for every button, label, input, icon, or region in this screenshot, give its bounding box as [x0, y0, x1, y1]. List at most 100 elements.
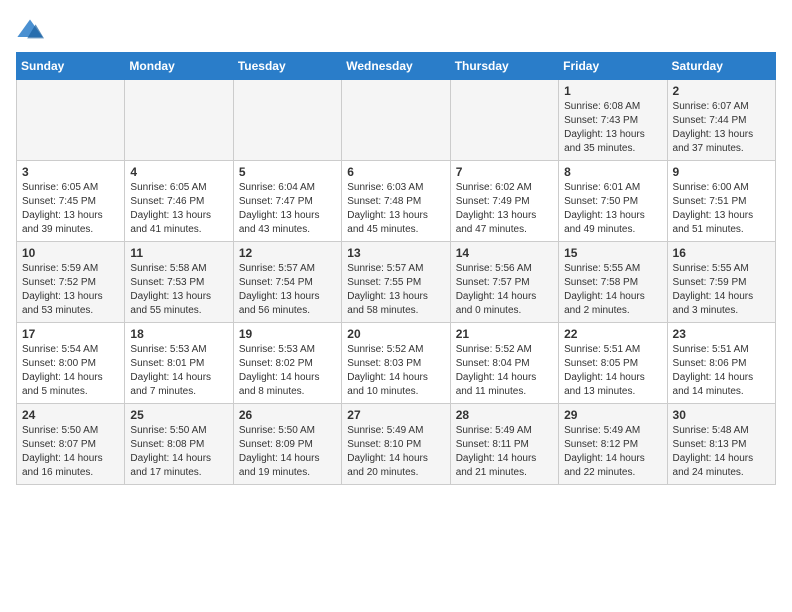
calendar-cell [17, 80, 125, 161]
day-number: 13 [347, 246, 444, 260]
day-number: 20 [347, 327, 444, 341]
day-number: 10 [22, 246, 119, 260]
calendar-header-monday: Monday [125, 53, 233, 80]
day-number: 29 [564, 408, 661, 422]
day-detail: Sunrise: 6:04 AM Sunset: 7:47 PM Dayligh… [239, 181, 336, 237]
calendar-cell: 27 Sunrise: 5:49 AM Sunset: 8:10 PM Dayli… [342, 404, 450, 485]
calendar-cell: 30 Sunrise: 5:48 AM Sunset: 8:13 PM Dayli… [667, 404, 775, 485]
calendar-cell [125, 80, 233, 161]
calendar-cell: 13 Sunrise: 5:57 AM Sunset: 7:55 PM Dayli… [342, 242, 450, 323]
day-detail: Sunrise: 5:49 AM Sunset: 8:11 PM Dayligh… [456, 424, 553, 480]
day-number: 8 [564, 165, 661, 179]
calendar-cell: 10 Sunrise: 5:59 AM Sunset: 7:52 PM Dayli… [17, 242, 125, 323]
day-number: 17 [22, 327, 119, 341]
calendar-header-wednesday: Wednesday [342, 53, 450, 80]
day-number: 21 [456, 327, 553, 341]
day-detail: Sunrise: 5:53 AM Sunset: 8:02 PM Dayligh… [239, 343, 336, 399]
day-number: 12 [239, 246, 336, 260]
calendar-header-friday: Friday [559, 53, 667, 80]
header [16, 16, 776, 44]
calendar-header-row: SundayMondayTuesdayWednesdayThursdayFrid… [17, 53, 776, 80]
calendar-week-3: 10 Sunrise: 5:59 AM Sunset: 7:52 PM Dayli… [17, 242, 776, 323]
day-number: 25 [130, 408, 227, 422]
calendar-header-thursday: Thursday [450, 53, 558, 80]
day-detail: Sunrise: 5:48 AM Sunset: 8:13 PM Dayligh… [673, 424, 770, 480]
calendar-cell: 16 Sunrise: 5:55 AM Sunset: 7:59 PM Dayli… [667, 242, 775, 323]
day-detail: Sunrise: 5:51 AM Sunset: 8:06 PM Dayligh… [673, 343, 770, 399]
day-detail: Sunrise: 6:01 AM Sunset: 7:50 PM Dayligh… [564, 181, 661, 237]
day-number: 4 [130, 165, 227, 179]
calendar-cell [450, 80, 558, 161]
calendar-cell: 26Sunrise: 5:50 AM Sunset: 8:09 PM Dayli… [233, 404, 341, 485]
calendar-cell: 8 Sunrise: 6:01 AM Sunset: 7:50 PM Daylig… [559, 161, 667, 242]
calendar-cell: 17 Sunrise: 5:54 AM Sunset: 8:00 PM Dayli… [17, 323, 125, 404]
calendar-cell: 25 Sunrise: 5:50 AM Sunset: 8:08 PM Dayli… [125, 404, 233, 485]
calendar-header-sunday: Sunday [17, 53, 125, 80]
day-detail: Sunrise: 6:00 AM Sunset: 7:51 PM Dayligh… [673, 181, 770, 237]
day-detail: Sunrise: 5:55 AM Sunset: 7:58 PM Dayligh… [564, 262, 661, 318]
calendar-header-saturday: Saturday [667, 53, 775, 80]
day-number: 27 [347, 408, 444, 422]
calendar-cell: 9 Sunrise: 6:00 AM Sunset: 7:51 PM Daylig… [667, 161, 775, 242]
calendar-cell: 15 Sunrise: 5:55 AM Sunset: 7:58 PM Dayli… [559, 242, 667, 323]
calendar-cell: 28 Sunrise: 5:49 AM Sunset: 8:11 PM Dayli… [450, 404, 558, 485]
day-detail: Sunrise: 5:53 AM Sunset: 8:01 PM Dayligh… [130, 343, 227, 399]
day-number: 5 [239, 165, 336, 179]
calendar-week-4: 17 Sunrise: 5:54 AM Sunset: 8:00 PM Dayli… [17, 323, 776, 404]
day-number: 22 [564, 327, 661, 341]
day-number: 6 [347, 165, 444, 179]
day-number: 16 [673, 246, 770, 260]
calendar-cell: 20Sunrise: 5:52 AM Sunset: 8:03 PM Dayli… [342, 323, 450, 404]
day-detail: Sunrise: 5:51 AM Sunset: 8:05 PM Dayligh… [564, 343, 661, 399]
day-number: 14 [456, 246, 553, 260]
calendar-cell: 5 Sunrise: 6:04 AM Sunset: 7:47 PM Daylig… [233, 161, 341, 242]
logo [16, 16, 48, 44]
calendar-week-2: 3Sunrise: 6:05 AM Sunset: 7:45 PM Daylig… [17, 161, 776, 242]
calendar-cell: 22 Sunrise: 5:51 AM Sunset: 8:05 PM Dayli… [559, 323, 667, 404]
calendar-cell [342, 80, 450, 161]
day-detail: Sunrise: 5:52 AM Sunset: 8:04 PM Dayligh… [456, 343, 553, 399]
calendar-cell: 24Sunrise: 5:50 AM Sunset: 8:07 PM Dayli… [17, 404, 125, 485]
day-detail: Sunrise: 5:50 AM Sunset: 8:09 PM Dayligh… [239, 424, 336, 480]
day-detail: Sunrise: 5:49 AM Sunset: 8:10 PM Dayligh… [347, 424, 444, 480]
day-number: 7 [456, 165, 553, 179]
calendar-week-1: 1Sunrise: 6:08 AM Sunset: 7:43 PM Daylig… [17, 80, 776, 161]
day-detail: Sunrise: 6:03 AM Sunset: 7:48 PM Dayligh… [347, 181, 444, 237]
day-number: 9 [673, 165, 770, 179]
calendar-cell: 7 Sunrise: 6:02 AM Sunset: 7:49 PM Daylig… [450, 161, 558, 242]
day-detail: Sunrise: 5:58 AM Sunset: 7:53 PM Dayligh… [130, 262, 227, 318]
day-detail: Sunrise: 5:59 AM Sunset: 7:52 PM Dayligh… [22, 262, 119, 318]
calendar-cell: 23 Sunrise: 5:51 AM Sunset: 8:06 PM Dayli… [667, 323, 775, 404]
day-number: 28 [456, 408, 553, 422]
calendar-table: SundayMondayTuesdayWednesdayThursdayFrid… [16, 52, 776, 485]
calendar-week-5: 24Sunrise: 5:50 AM Sunset: 8:07 PM Dayli… [17, 404, 776, 485]
day-number: 11 [130, 246, 227, 260]
day-detail: Sunrise: 5:57 AM Sunset: 7:55 PM Dayligh… [347, 262, 444, 318]
day-detail: Sunrise: 6:07 AM Sunset: 7:44 PM Dayligh… [673, 100, 770, 156]
day-number: 30 [673, 408, 770, 422]
calendar-cell: 6 Sunrise: 6:03 AM Sunset: 7:48 PM Daylig… [342, 161, 450, 242]
calendar-cell: 18Sunrise: 5:53 AM Sunset: 8:01 PM Dayli… [125, 323, 233, 404]
calendar-cell: 11 Sunrise: 5:58 AM Sunset: 7:53 PM Dayli… [125, 242, 233, 323]
calendar-cell: 19 Sunrise: 5:53 AM Sunset: 8:02 PM Dayli… [233, 323, 341, 404]
calendar-cell: 1Sunrise: 6:08 AM Sunset: 7:43 PM Daylig… [559, 80, 667, 161]
calendar-cell: 4 Sunrise: 6:05 AM Sunset: 7:46 PM Daylig… [125, 161, 233, 242]
day-number: 1 [564, 84, 661, 98]
day-detail: Sunrise: 6:02 AM Sunset: 7:49 PM Dayligh… [456, 181, 553, 237]
logo-icon [16, 16, 44, 44]
calendar-cell [233, 80, 341, 161]
day-number: 19 [239, 327, 336, 341]
day-number: 15 [564, 246, 661, 260]
day-detail: Sunrise: 5:56 AM Sunset: 7:57 PM Dayligh… [456, 262, 553, 318]
day-detail: Sunrise: 5:55 AM Sunset: 7:59 PM Dayligh… [673, 262, 770, 318]
calendar-cell: 3Sunrise: 6:05 AM Sunset: 7:45 PM Daylig… [17, 161, 125, 242]
day-number: 2 [673, 84, 770, 98]
calendar-cell: 14 Sunrise: 5:56 AM Sunset: 7:57 PM Dayli… [450, 242, 558, 323]
day-detail: Sunrise: 6:05 AM Sunset: 7:45 PM Dayligh… [22, 181, 119, 237]
calendar-cell: 12 Sunrise: 5:57 AM Sunset: 7:54 PM Dayli… [233, 242, 341, 323]
day-detail: Sunrise: 5:54 AM Sunset: 8:00 PM Dayligh… [22, 343, 119, 399]
day-detail: Sunrise: 5:57 AM Sunset: 7:54 PM Dayligh… [239, 262, 336, 318]
day-number: 23 [673, 327, 770, 341]
day-detail: Sunrise: 5:50 AM Sunset: 8:08 PM Dayligh… [130, 424, 227, 480]
day-detail: Sunrise: 6:05 AM Sunset: 7:46 PM Dayligh… [130, 181, 227, 237]
